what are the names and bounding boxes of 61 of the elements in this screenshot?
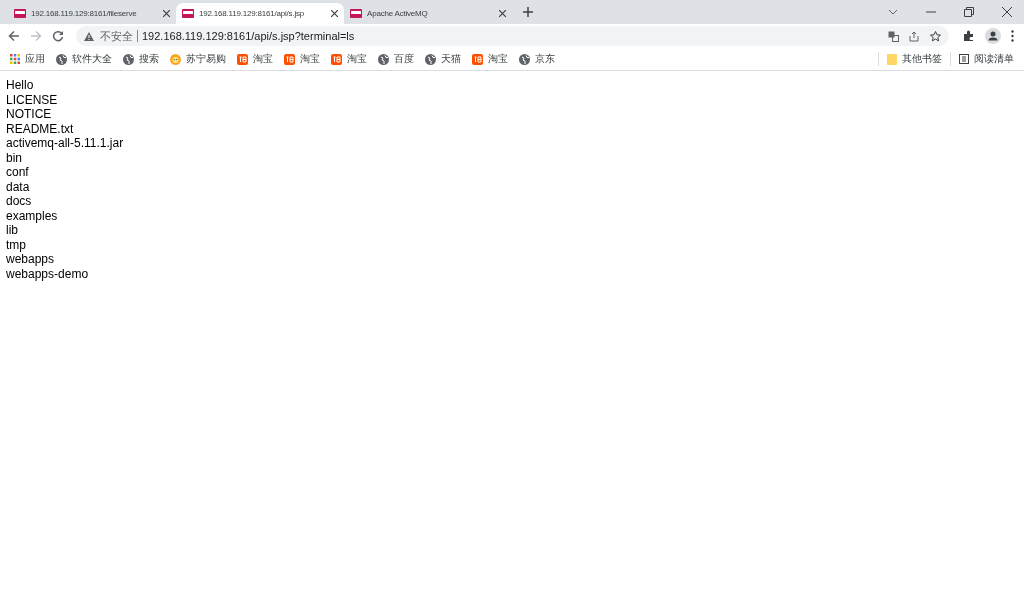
globe-icon — [123, 53, 134, 65]
bookmark-item[interactable]: 软件大全 — [56, 50, 112, 68]
globe-icon — [519, 53, 530, 65]
profile-icon[interactable] — [985, 28, 1001, 44]
back-icon[interactable] — [8, 30, 20, 42]
share-icon[interactable] — [909, 30, 920, 42]
bookmark-item[interactable]: 百度 — [378, 50, 414, 68]
bookmark-item[interactable]: 天猫 — [425, 50, 461, 68]
star-icon[interactable] — [930, 30, 941, 42]
output-line: tmp — [6, 237, 26, 252]
browser-tab[interactable]: 192.168.119.129:8161/fileserve — [8, 3, 176, 24]
globe-icon — [378, 53, 389, 65]
bookmark-item[interactable]: 淘宝 — [472, 50, 508, 68]
warning-icon — [84, 31, 94, 41]
extensions-icon[interactable] — [963, 30, 975, 42]
globe-icon — [425, 53, 436, 65]
close-tab-icon[interactable] — [499, 10, 506, 17]
new-tab-button[interactable] — [520, 4, 536, 20]
security-label: 不安全 — [100, 28, 133, 44]
output-line: conf — [6, 165, 29, 180]
folder-icon — [887, 53, 897, 65]
output-line: docs — [6, 194, 32, 209]
output-line: bin — [6, 150, 22, 165]
output-line: webapps — [6, 252, 55, 267]
bookmark-item[interactable]: 搜索 — [123, 50, 159, 68]
close-icon[interactable] — [1002, 7, 1012, 17]
apps-grid-icon — [10, 54, 20, 64]
output-line: Hello — [6, 78, 34, 93]
close-tab-icon[interactable] — [331, 10, 338, 17]
bookmark-item[interactable]: 苏宁易购 — [170, 50, 226, 68]
menu-icon[interactable] — [1011, 30, 1014, 42]
output-line: NOTICE — [6, 107, 52, 122]
bookmark-item[interactable]: 应用 — [10, 50, 45, 68]
translate-icon[interactable] — [888, 30, 899, 42]
tab-title: 192.168.119.129:8161/fileserve — [31, 7, 138, 20]
output-line: webapps-demo — [6, 266, 89, 281]
tab-search-icon[interactable] — [888, 9, 898, 15]
reload-icon[interactable] — [52, 30, 64, 42]
tab-title: Apache ActiveMQ — [367, 7, 429, 20]
output-line: data — [6, 179, 30, 194]
lion-face-icon — [170, 53, 181, 65]
close-tab-icon[interactable] — [163, 10, 170, 17]
browser-tab[interactable]: Apache ActiveMQ — [344, 3, 512, 24]
bookmark-item[interactable]: 京东 — [519, 50, 555, 68]
output-line: LICENSE — [6, 92, 58, 107]
url-text: 192.168.119.129:8161/api/s.jsp?terminal=ls — [142, 28, 355, 44]
address-bar[interactable]: 不安全 192.168.119.129:8161/api/s.jsp?terminal=ls — [76, 26, 949, 46]
restore-icon[interactable] — [964, 7, 974, 17]
output-line: examples — [6, 208, 58, 223]
browser-tab[interactable]: 192.168.119.129:8161/api/s.jsp — [176, 3, 344, 24]
globe-icon — [56, 53, 67, 65]
bookmark-item[interactable]: 淘宝 — [331, 50, 367, 68]
bookmark-item[interactable]: 阅读清单 — [959, 50, 1014, 68]
tab-title: 192.168.119.129:8161/api/s.jsp — [199, 7, 306, 20]
output-line: lib — [6, 223, 18, 238]
output-line: activemq-all-5.11.1.jar — [6, 136, 124, 151]
bookmark-item[interactable]: 淘宝 — [237, 50, 273, 68]
output-line: README.txt — [6, 121, 74, 136]
bookmark-item[interactable]: 其他书签 — [887, 50, 942, 68]
bookmark-item[interactable]: 淘宝 — [284, 50, 320, 68]
reading-list-icon — [959, 54, 969, 64]
